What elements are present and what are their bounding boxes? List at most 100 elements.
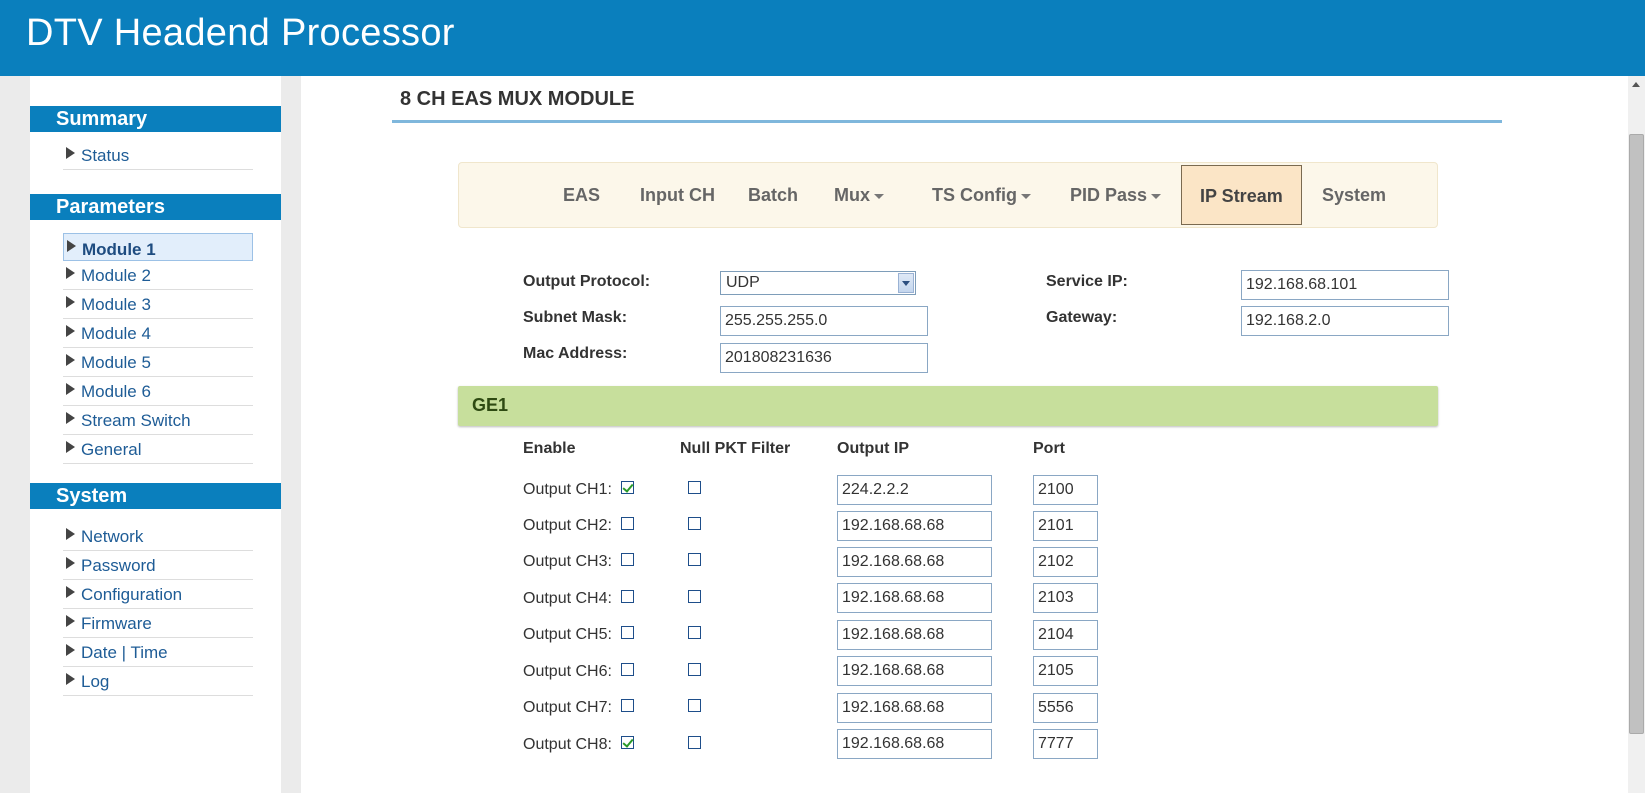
sidebar-item-network[interactable]: Network: [63, 523, 253, 551]
output-ch4-enable-checkbox[interactable]: [621, 590, 634, 603]
output-ch3-ip-input[interactable]: [837, 547, 992, 577]
sidebar-item-label: Date | Time: [81, 643, 168, 662]
triangle-right-icon: [66, 673, 75, 685]
triangle-right-icon: [67, 240, 76, 252]
output-ch5-port-input[interactable]: [1033, 620, 1098, 650]
page-title: 8 CH EAS MUX MODULE: [400, 88, 635, 110]
caret-down-icon: [874, 193, 884, 199]
app-header: DTV Headend Processor: [0, 0, 1645, 76]
tab-eas[interactable]: EAS: [563, 163, 600, 227]
sidebar-item-firmware[interactable]: Firmware: [63, 610, 253, 638]
vertical-scrollbar[interactable]: [1628, 76, 1645, 793]
subnet-mask-input[interactable]: [720, 306, 928, 336]
scroll-up-arrow-icon[interactable]: [1628, 76, 1645, 93]
output-protocol-value: UDP: [726, 274, 760, 291]
sidebar-item-label: Module 1: [82, 240, 156, 259]
tab-ts-config[interactable]: TS Config: [932, 163, 1031, 227]
output-ch2-null-filter-checkbox[interactable]: [688, 517, 701, 530]
sidebar-item-module-1[interactable]: Module 1: [63, 233, 253, 261]
sidebar-heading-system: System: [30, 483, 281, 509]
sidebar-item-general[interactable]: General: [63, 436, 253, 464]
sidebar-item-label: Stream Switch: [81, 411, 191, 430]
sidebar-item-password[interactable]: Password: [63, 552, 253, 580]
sidebar-item-status[interactable]: Status: [63, 142, 253, 170]
triangle-right-icon: [66, 147, 75, 159]
column-header-output-ip: Output IP: [837, 440, 909, 457]
triangle-right-icon: [66, 267, 75, 279]
output-ch8-port-input[interactable]: [1033, 729, 1098, 759]
triangle-right-icon: [66, 615, 75, 627]
output-ch2-port-input[interactable]: [1033, 511, 1098, 541]
output-ch8-null-filter-checkbox[interactable]: [688, 736, 701, 749]
scrollbar-thumb[interactable]: [1629, 134, 1644, 734]
output-ch7-ip-input[interactable]: [837, 693, 992, 723]
sidebar-item-label: General: [81, 440, 142, 459]
service-ip-label: Service IP:: [1046, 273, 1128, 290]
sidebar-item-module-4[interactable]: Module 4: [63, 320, 253, 348]
output-ch3-label: Output CH3:: [523, 553, 612, 570]
sidebar-item-log[interactable]: Log: [63, 668, 253, 696]
output-ch2-enable-checkbox[interactable]: [621, 517, 634, 530]
tab-mux[interactable]: Mux: [834, 163, 884, 227]
sidebar-item-label: Module 4: [81, 324, 151, 343]
sidebar-item-label: Module 2: [81, 266, 151, 285]
tab-ip-stream[interactable]: IP Stream: [1181, 165, 1302, 225]
triangle-right-icon: [66, 412, 75, 424]
output-ch1-ip-input[interactable]: [837, 475, 992, 505]
output-ch3-null-filter-checkbox[interactable]: [688, 553, 701, 566]
tab-label: TS Config: [932, 185, 1017, 205]
tab-system[interactable]: System: [1322, 163, 1386, 227]
output-ch7-port-input[interactable]: [1033, 693, 1098, 723]
sidebar-item-module-2[interactable]: Module 2: [63, 262, 253, 290]
output-ch5-ip-input[interactable]: [837, 620, 992, 650]
output-ch4-null-filter-checkbox[interactable]: [688, 590, 701, 603]
triangle-right-icon: [66, 325, 75, 337]
triangle-right-icon: [66, 296, 75, 308]
output-ch5-null-filter-checkbox[interactable]: [688, 626, 701, 639]
title-divider: [392, 120, 1502, 123]
sidebar-item-stream-switch[interactable]: Stream Switch: [63, 407, 253, 435]
tab-batch[interactable]: Batch: [748, 163, 798, 227]
output-ch6-ip-input[interactable]: [837, 656, 992, 686]
sidebar-item-label: Module 5: [81, 353, 151, 372]
sidebar-item-label: Password: [81, 556, 156, 575]
output-ch2-ip-input[interactable]: [837, 511, 992, 541]
output-ch3-port-input[interactable]: [1033, 547, 1098, 577]
output-ch4-port-input[interactable]: [1033, 583, 1098, 613]
output-ch3-enable-checkbox[interactable]: [621, 553, 634, 566]
column-header-port: Port: [1033, 440, 1065, 457]
sidebar-item-configuration[interactable]: Configuration: [63, 581, 253, 609]
output-ch2-label: Output CH2:: [523, 517, 612, 534]
output-ch8-ip-input[interactable]: [837, 729, 992, 759]
output-ch7-null-filter-checkbox[interactable]: [688, 699, 701, 712]
sidebar-item-date-time[interactable]: Date | Time: [63, 639, 253, 667]
output-protocol-select[interactable]: UDP: [720, 271, 916, 295]
triangle-right-icon: [66, 528, 75, 540]
tab-pid-pass[interactable]: PID Pass: [1070, 163, 1162, 227]
service-ip-input[interactable]: [1241, 270, 1449, 300]
output-ch5-enable-checkbox[interactable]: [621, 626, 634, 639]
output-ch6-enable-checkbox[interactable]: [621, 663, 634, 676]
sidebar-heading-summary: Summary: [30, 106, 281, 132]
sidebar-item-module-6[interactable]: Module 6: [63, 378, 253, 406]
subnet-mask-label: Subnet Mask:: [523, 309, 628, 326]
triangle-right-icon: [66, 586, 75, 598]
sidebar-item-module-5[interactable]: Module 5: [63, 349, 253, 377]
column-header-null-pkt-filter: Null PKT Filter: [680, 440, 791, 457]
column-header-enable: Enable: [523, 440, 576, 457]
triangle-right-icon: [66, 354, 75, 366]
output-ch8-enable-checkbox[interactable]: [621, 736, 634, 749]
tab-bar: EAS Input CH Batch Mux TS Config PID Pas…: [458, 162, 1438, 228]
output-ch4-ip-input[interactable]: [837, 583, 992, 613]
output-ch1-enable-checkbox[interactable]: [621, 481, 634, 494]
tab-input-ch[interactable]: Input CH: [640, 163, 715, 227]
output-ch7-enable-checkbox[interactable]: [621, 699, 634, 712]
sidebar-item-label: Configuration: [81, 585, 183, 604]
sidebar-item-module-3[interactable]: Module 3: [63, 291, 253, 319]
output-ch6-port-input[interactable]: [1033, 656, 1098, 686]
gateway-input[interactable]: [1241, 306, 1449, 336]
output-ch1-port-input[interactable]: [1033, 475, 1098, 505]
output-ch6-null-filter-checkbox[interactable]: [688, 663, 701, 676]
mac-address-input[interactable]: [720, 343, 928, 373]
output-ch1-null-filter-checkbox[interactable]: [688, 481, 701, 494]
